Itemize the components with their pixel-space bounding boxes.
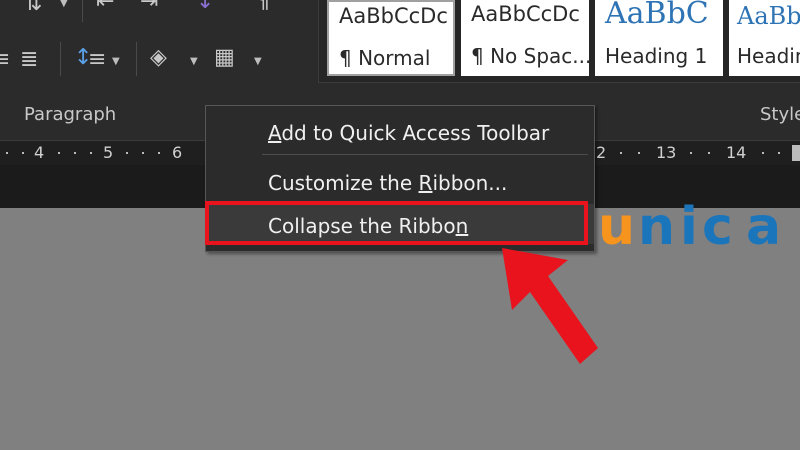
highlight-box [205,201,588,245]
arrow-shape [502,248,598,364]
ruler-tick [22,152,24,154]
ruler-tick [638,152,640,154]
ruler-tick [126,152,128,154]
style-preview: AaBbCcDc [471,2,580,26]
pointer-arrow-icon [502,248,598,364]
chevron-down-icon[interactable]: ▼ [60,0,68,9]
access-key: A [268,121,282,145]
decrease-indent-icon[interactable]: ⇤ [96,0,114,14]
group-label-styles: Style [760,104,800,125]
ruler-number: 4 [34,143,45,162]
style-tile-heading-2[interactable]: AaBb Headin [729,0,800,76]
menu-item-add-to-quick-access-toolbar[interactable]: Add to Quick Access Toolbar [206,111,594,151]
ribbon-divider [136,42,137,76]
sort-icon[interactable]: ⇅ [24,0,42,16]
style-tile-heading-1[interactable]: AaBbC Heading 1 [595,0,723,76]
ruler-tick [620,152,622,154]
line-spacing-lines-icon: ≡ [88,47,107,72]
chevron-down-icon[interactable]: ▼ [190,56,198,67]
justify-icon[interactable]: ≣ [20,48,38,72]
sort-az-icon[interactable]: ↓ [196,0,214,14]
style-tile-no-spacing[interactable]: AaBbCcDc ¶ No Spac... [461,0,592,76]
menu-separator [262,154,588,155]
ruler-tick [158,152,160,154]
chevron-down-icon[interactable]: ▼ [112,56,120,67]
ruler-number: 5 [103,143,114,162]
group-label-paragraph: Paragraph [24,104,117,125]
style-name: Headin [737,44,800,68]
ruler-tick [58,152,60,154]
ruler-number: 13 [656,143,677,162]
menu-item-customize-the-ribbon[interactable]: Customize the Ribbon... [206,161,594,201]
ruler-number: 14 [726,143,747,162]
ruler-tick [74,152,76,154]
shading-icon[interactable]: ◈ [150,46,167,70]
style-preview: AaBbC [605,0,709,31]
ruler-tick [708,152,710,154]
ruler-tick [690,152,692,154]
ruler-tick [6,152,8,154]
style-name: Heading 1 [605,44,708,68]
style-name: ¶ No Spac... [471,44,592,68]
increase-indent-icon[interactable]: ⇥ [140,0,158,14]
logo-letter: c [702,197,733,257]
show-hide-formatting-icon[interactable]: ¶ [256,0,270,14]
access-key: R [418,171,433,195]
unica-logo: u n i c a [596,197,796,257]
align-right-icon[interactable]: ≡ [0,48,10,72]
ribbon-divider [82,0,83,22]
ruler-tick [778,152,780,154]
style-preview: AaBb [737,2,800,30]
logo-letter: n [638,197,676,257]
ruler-number: 2 [596,143,607,162]
style-tile-normal[interactable]: AaBbCcDc ¶ Normal [327,0,455,76]
ruler-number: 6 [172,143,183,162]
menu-item-label: Add to Quick Access Toolbar [268,121,550,145]
styles-gallery: AaBbCcDc ¶ Normal AaBbCcDc ¶ No Spac... … [318,0,800,83]
logo-letter: a [746,197,782,257]
ribbon-divider [60,42,61,76]
style-preview: AaBbCcDc [339,4,448,28]
ruler-tick [90,152,92,154]
ruler-tick [762,152,764,154]
chevron-down-icon[interactable]: ▼ [254,56,262,67]
ruler-tick [142,152,144,154]
ruler-indent-marker[interactable] [792,145,800,161]
menu-item-label: Customize the Ribbon... [268,171,508,195]
style-name: ¶ Normal [339,46,431,70]
logo-letter: i [680,197,698,257]
borders-icon[interactable]: ▦ [214,46,235,70]
